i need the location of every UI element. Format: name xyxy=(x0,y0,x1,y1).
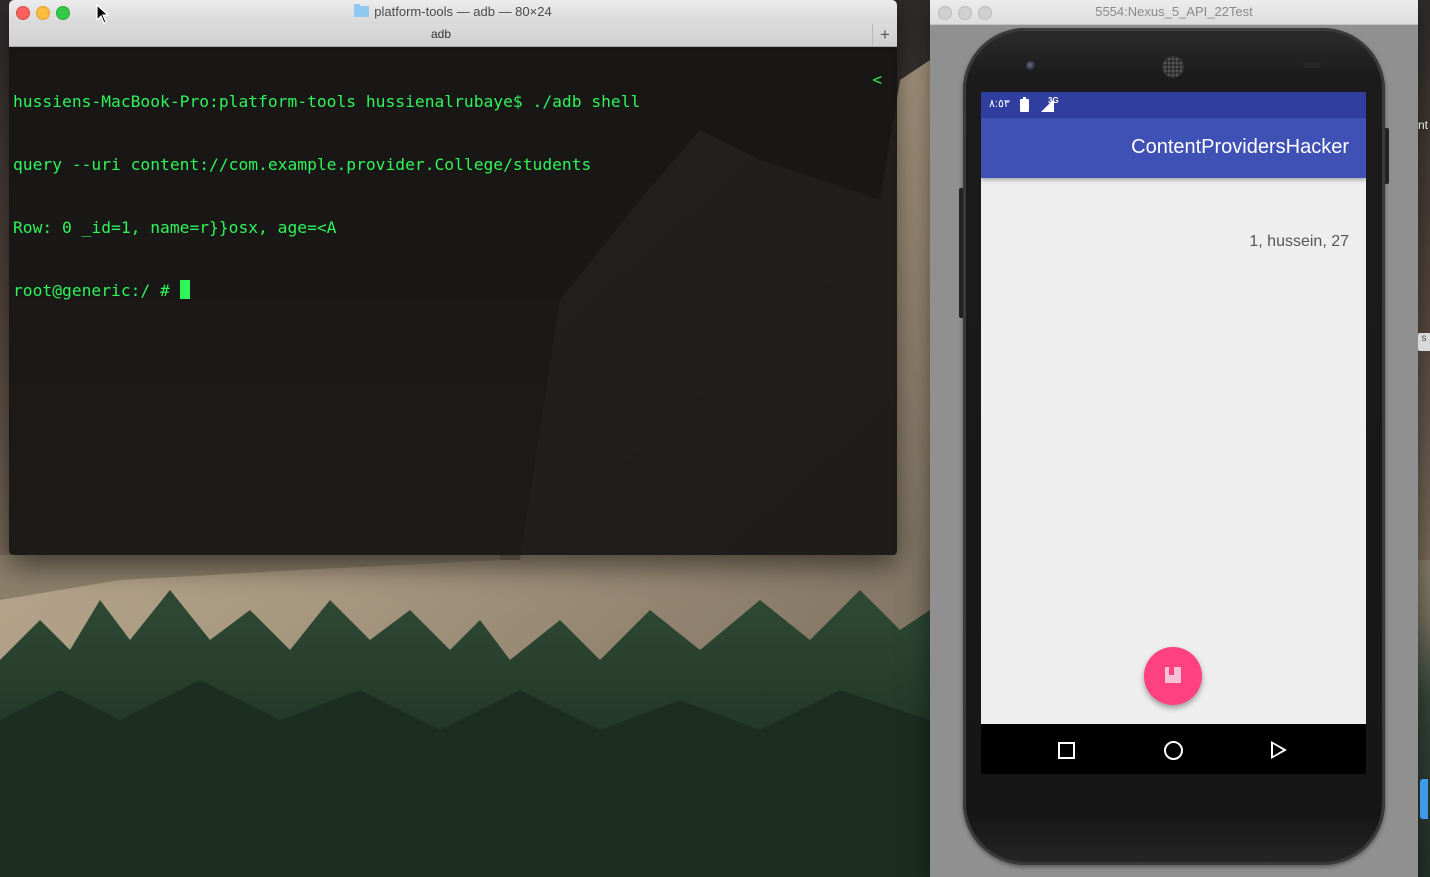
home-icon[interactable] xyxy=(1164,741,1183,760)
tab-adb[interactable]: adb xyxy=(9,27,873,41)
terminal-tabbar: adb + xyxy=(9,24,897,47)
floating-action-button[interactable] xyxy=(1144,647,1202,705)
recents-icon[interactable] xyxy=(1058,742,1075,759)
phone-frame: ٨:٥٣ 3G ContentProvidersHacker 1, hussei… xyxy=(959,28,1389,865)
front-camera-icon xyxy=(1026,61,1036,71)
volume-button[interactable] xyxy=(959,188,963,318)
power-button[interactable] xyxy=(1385,128,1389,184)
app-bar: ContentProvidersHacker xyxy=(981,118,1366,178)
emulator-titlebar[interactable]: 5554:Nexus_5_API_22Test xyxy=(930,0,1418,25)
desktop-edge-tag[interactable]: s xyxy=(1418,333,1430,351)
terminal-lines: hussiens-MacBook-Pro:platform-tools huss… xyxy=(13,49,640,343)
status-bar: ٨:٥٣ 3G xyxy=(981,92,1366,118)
terminal-line: query --uri content://com.example.provid… xyxy=(13,155,592,174)
folder-icon xyxy=(354,4,370,17)
terminal-title-text: platform-tools — adb — 80×24 xyxy=(374,4,552,19)
terminal-titlebar[interactable]: platform-tools — adb — 80×24 xyxy=(9,0,897,25)
terminal-prompt: root@generic:/ # xyxy=(13,281,180,300)
battery-icon xyxy=(1020,97,1029,112)
status-time: ٨:٥٣ xyxy=(989,98,1010,110)
new-tab-button[interactable]: + xyxy=(872,24,897,46)
navigation-bar xyxy=(981,724,1366,774)
emulator-window[interactable]: 5554:Nexus_5_API_22Test ٨:٥٣ 3G ContentP… xyxy=(930,0,1418,877)
network-type: 3G xyxy=(1048,96,1059,105)
emulator-title: 5554:Nexus_5_API_22Test xyxy=(1095,4,1253,19)
terminal-prompt-line: root@generic:/ # xyxy=(13,280,640,301)
terminal-title: platform-tools — adb — 80×24 xyxy=(9,4,897,19)
terminal-line: hussiens-MacBook-Pro:platform-tools huss… xyxy=(13,92,641,111)
terminal-window[interactable]: platform-tools — adb — 80×24 adb + hussi… xyxy=(9,0,897,555)
mouse-pointer-icon xyxy=(96,4,110,24)
desktop-edge-text: nt xyxy=(1417,118,1428,132)
line-wrap-marker: < xyxy=(872,70,882,89)
text-cursor xyxy=(179,280,190,299)
terminal-line: Row: 0 _id=1, name=r}}osx, age=<A xyxy=(13,218,337,237)
proximity-sensor xyxy=(1303,62,1321,68)
query-result-text: 1, hussein, 27 xyxy=(1249,233,1349,250)
terminal-output[interactable]: hussiens-MacBook-Pro:platform-tools huss… xyxy=(9,47,897,555)
phone-screen[interactable]: ٨:٥٣ 3G ContentProvidersHacker 1, hussei… xyxy=(981,92,1366,774)
earpiece-speaker-icon xyxy=(1162,56,1184,78)
desktop-edge-widget[interactable] xyxy=(1420,779,1428,819)
bookmark-icon xyxy=(1165,667,1181,683)
app-title: ContentProvidersHacker xyxy=(1131,136,1349,158)
back-icon[interactable] xyxy=(1271,741,1287,759)
